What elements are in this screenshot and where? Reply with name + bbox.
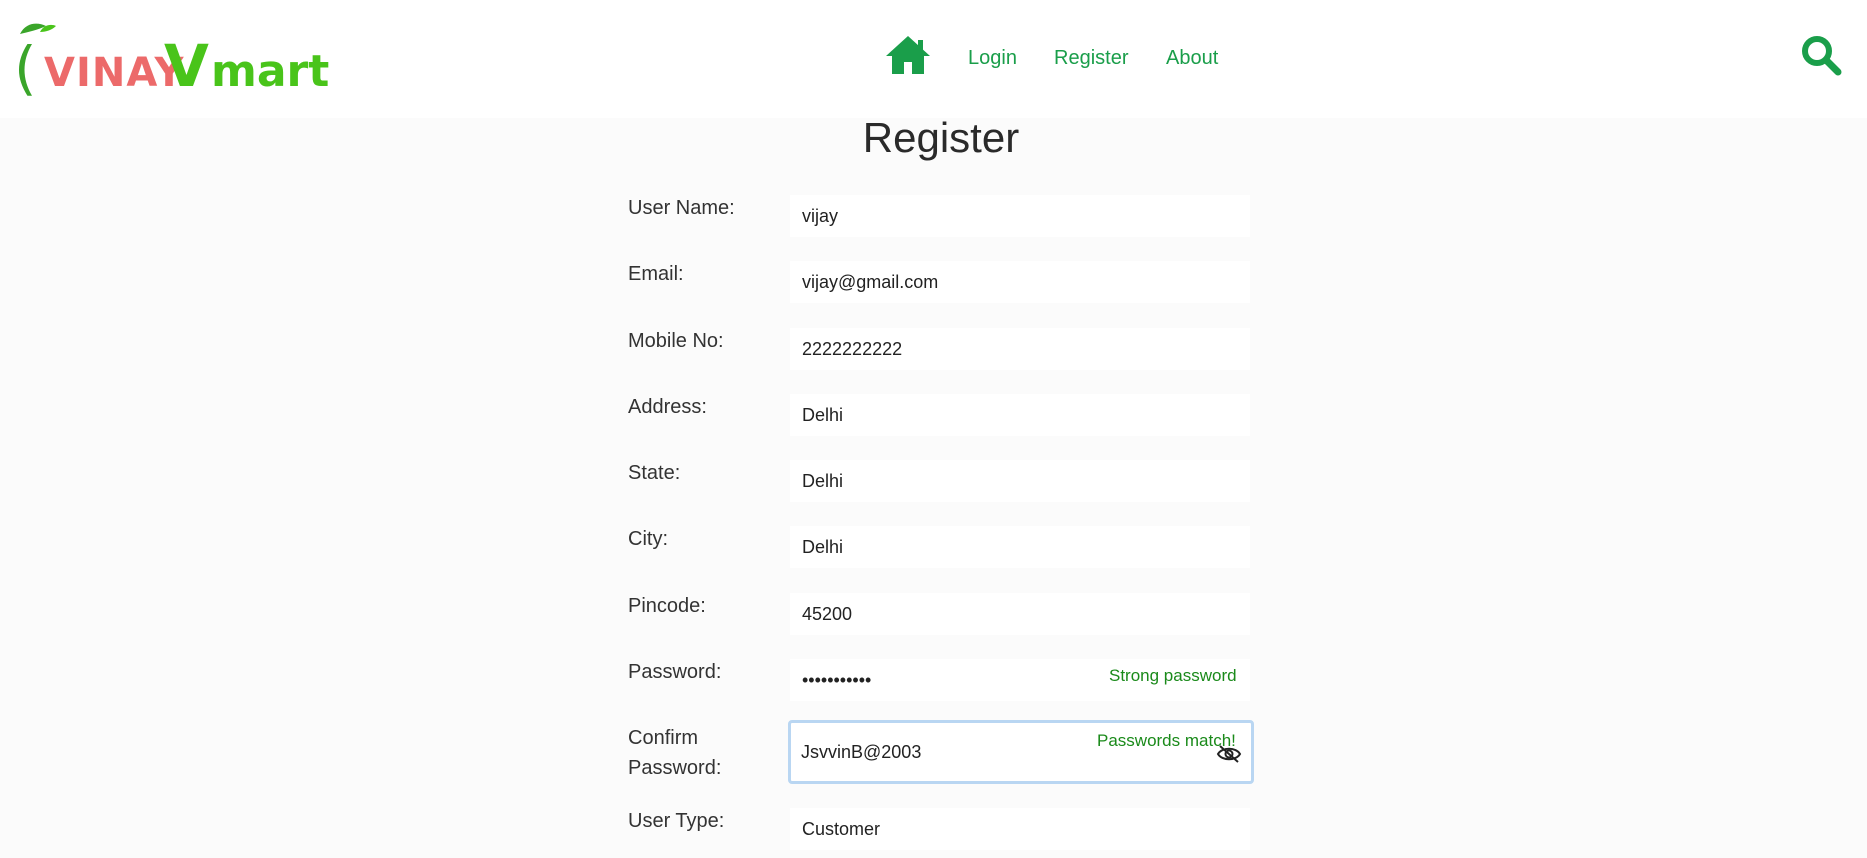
page-title: Register <box>862 114 1020 161</box>
user-type-select[interactable]: Customer <box>790 808 1250 850</box>
confirm-password-input[interactable]: JsvvinB@2003 <box>788 720 1254 784</box>
mobile-label: Mobile No: <box>628 330 724 352</box>
password-label: Password: <box>628 661 722 683</box>
mobile-input[interactable]: 2222222222 <box>790 328 1250 370</box>
username-label: User Name: <box>628 197 735 219</box>
logo-vmart: mart <box>211 46 330 97</box>
confirm-password-label-line1: Confirm <box>628 727 699 749</box>
address-label: Address: <box>628 396 707 418</box>
email-label: Email: <box>628 263 684 285</box>
brand-logo[interactable]: ( VINAY V mart <box>14 20 329 102</box>
home-icon[interactable] <box>884 34 932 76</box>
confirm-password-label-line2: Password: <box>628 757 722 779</box>
state-label: State: <box>628 462 681 484</box>
username-input[interactable]: vijay <box>790 195 1250 237</box>
state-input[interactable]: Delhi <box>790 460 1250 502</box>
search-icon[interactable] <box>1800 34 1842 76</box>
email-input[interactable]: vijay@gmail.com <box>790 261 1250 303</box>
pincode-label: Pincode: <box>628 595 706 617</box>
logo-c-mark: ( <box>14 34 37 102</box>
city-input[interactable]: Delhi <box>790 526 1250 568</box>
nav-register-link[interactable]: Register <box>1054 47 1128 70</box>
password-strength-hint: Strong password <box>1109 666 1237 685</box>
eye-slash-icon[interactable] <box>1216 744 1242 764</box>
logo-vmart-v: V <box>164 32 209 100</box>
nav-login-link[interactable]: Login <box>968 47 1017 70</box>
city-label: City: <box>628 528 668 550</box>
user-type-label: User Type: <box>628 810 725 832</box>
address-input[interactable]: Delhi <box>790 394 1250 436</box>
nav-about-link[interactable]: About <box>1166 47 1218 70</box>
pincode-input[interactable]: 45200 <box>790 593 1250 635</box>
navbar: ( VINAY V mart Login Register About <box>0 0 1867 118</box>
